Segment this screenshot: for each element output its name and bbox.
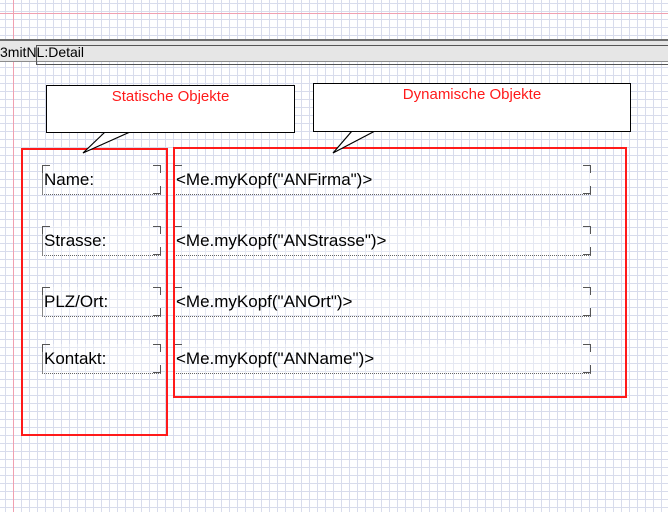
callout-static: Statische Objekte <box>46 85 295 133</box>
callout-dynamic: Dynamische Objekte <box>313 83 631 132</box>
callout-static-text: Statische Objekte <box>111 88 230 105</box>
callout-dynamic-text: Dynamische Objekte <box>402 86 542 103</box>
callout-tails <box>82 130 376 154</box>
